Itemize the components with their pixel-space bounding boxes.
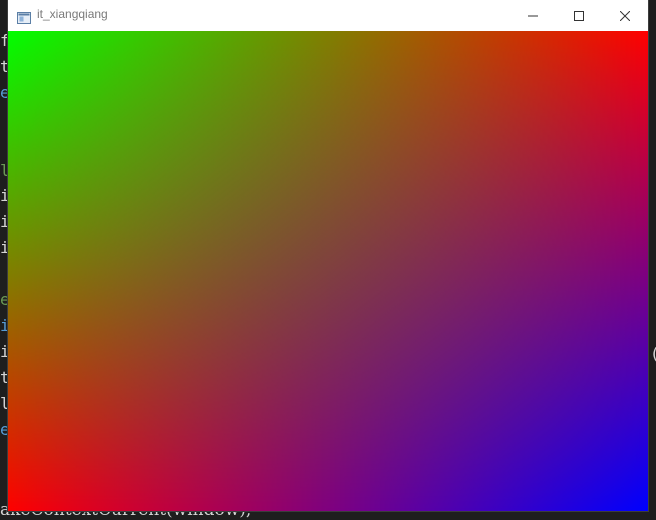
- code-glyph: l: [0, 162, 8, 179]
- window-title: it_xiangqiang: [37, 7, 108, 21]
- code-editor-right-edge-glyph: (: [650, 344, 656, 363]
- code-glyph: e: [0, 421, 8, 438]
- minimize-icon: [528, 6, 538, 25]
- code-glyph: l: [0, 395, 8, 412]
- code-glyph: i: [0, 188, 8, 205]
- app-window[interactable]: it_xiangqiang: [8, 0, 648, 511]
- code-glyph: i: [0, 317, 8, 334]
- code-glyph: f: [0, 33, 8, 49]
- code-glyph: i: [0, 240, 8, 257]
- maximize-button[interactable]: [556, 0, 602, 31]
- code-glyph: t: [0, 58, 8, 75]
- close-button[interactable]: [602, 0, 648, 31]
- code-glyph: i: [0, 343, 8, 360]
- opengl-render-canvas[interactable]: [8, 31, 648, 511]
- window-titlebar[interactable]: it_xiangqiang: [8, 0, 648, 31]
- maximize-icon: [574, 6, 584, 25]
- code-glyph: e: [0, 84, 8, 101]
- minimize-button[interactable]: [510, 0, 556, 31]
- color-interpolated-quad: [8, 31, 648, 511]
- app-window-icon: [17, 9, 31, 24]
- code-glyph: e: [0, 292, 8, 308]
- code-glyph: i: [0, 214, 8, 231]
- close-icon: [619, 6, 631, 25]
- quad-top-layer: [8, 31, 648, 511]
- code-glyph: t: [0, 369, 8, 386]
